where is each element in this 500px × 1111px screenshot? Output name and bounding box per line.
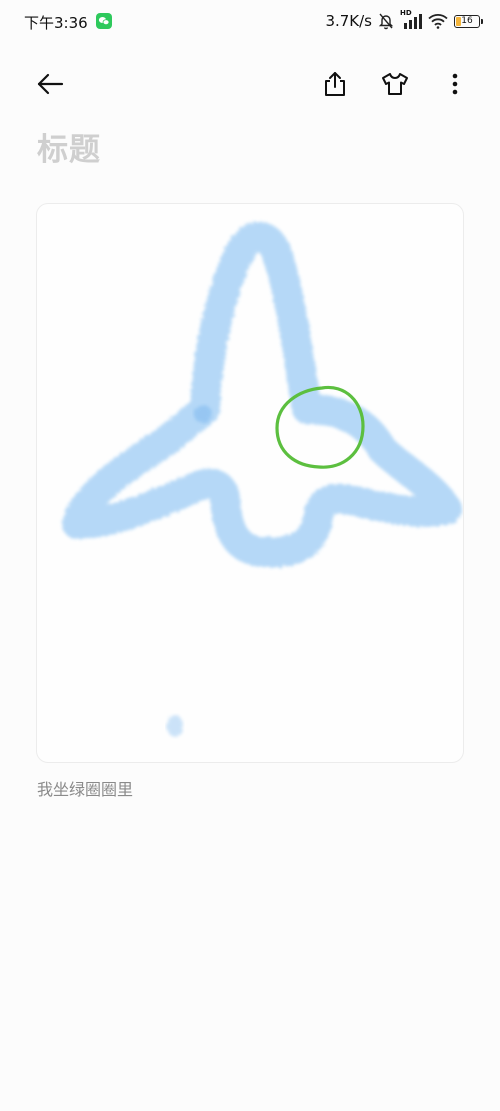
- more-vertical-icon: [452, 73, 458, 95]
- status-time: 下午3:36: [24, 14, 88, 32]
- note-text[interactable]: 我坐绿圈圈里: [37, 776, 133, 800]
- battery-icon: 16: [454, 14, 483, 28]
- blue-brush-stroke: [62, 221, 462, 568]
- title-input[interactable]: 标题: [37, 124, 101, 169]
- status-icons: 3.7K/s HD 16: [325, 9, 483, 31]
- battery-level: 16: [461, 15, 473, 26]
- drawing-canvas[interactable]: [36, 203, 464, 763]
- share-button[interactable]: [315, 62, 355, 106]
- bell-muted-icon: [378, 12, 394, 30]
- theme-button[interactable]: [375, 62, 415, 106]
- signal-icon: HD: [400, 9, 422, 30]
- arrow-left-icon: [37, 73, 64, 95]
- wechat-icon: [96, 13, 112, 29]
- blue-brush-dot: [194, 405, 212, 423]
- back-button[interactable]: [30, 62, 70, 106]
- wifi-icon: [428, 13, 448, 29]
- more-button[interactable]: [435, 62, 475, 106]
- toolbar: [0, 62, 500, 106]
- small-blue-dot: [167, 715, 183, 737]
- network-speed: 3.7K/s: [325, 12, 372, 30]
- share-icon: [325, 72, 345, 96]
- status-bar: 下午3:36 3.7K/s HD 16: [0, 0, 500, 44]
- sketch-drawing: [62, 221, 462, 737]
- tshirt-icon: [382, 73, 408, 95]
